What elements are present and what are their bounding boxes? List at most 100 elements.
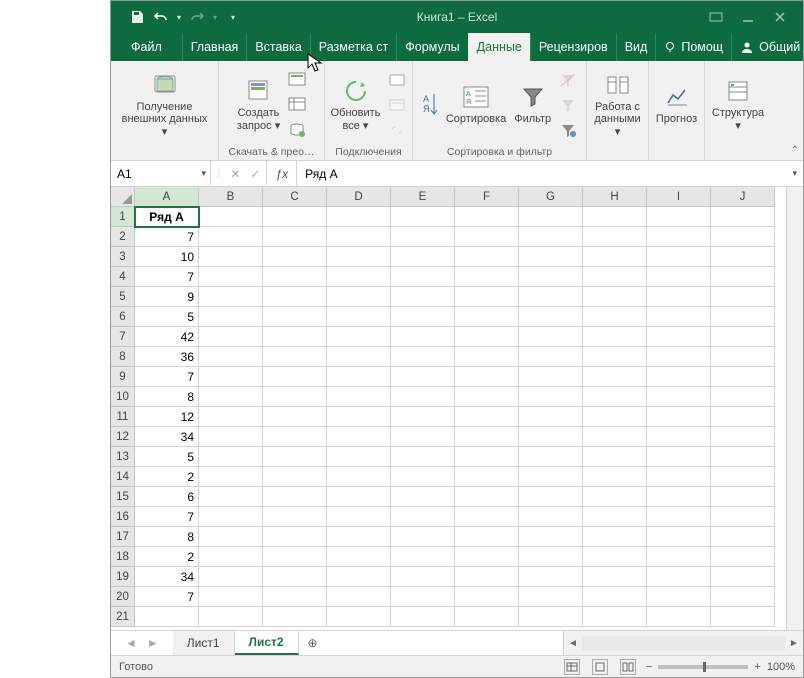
cell[interactable] <box>583 267 647 287</box>
cell[interactable] <box>391 547 455 567</box>
cell[interactable] <box>711 307 775 327</box>
cell[interactable] <box>519 227 583 247</box>
cell[interactable] <box>391 247 455 267</box>
cell[interactable] <box>455 387 519 407</box>
cell[interactable] <box>583 247 647 267</box>
fx-icon[interactable]: ƒx <box>267 161 297 186</box>
cell[interactable] <box>711 407 775 427</box>
column-header[interactable]: A <box>135 187 199 207</box>
column-header[interactable]: G <box>519 187 583 207</box>
cell[interactable] <box>263 587 327 607</box>
close-icon[interactable] <box>773 10 787 24</box>
cell[interactable] <box>391 427 455 447</box>
cell[interactable] <box>455 227 519 247</box>
cell[interactable] <box>199 607 263 627</box>
column-header[interactable]: H <box>583 187 647 207</box>
cell[interactable] <box>263 507 327 527</box>
cell[interactable] <box>263 487 327 507</box>
formula-expand-icon[interactable]: ▾ <box>792 168 797 179</box>
cell[interactable] <box>647 487 711 507</box>
cell[interactable] <box>647 307 711 327</box>
column-header[interactable]: B <box>199 187 263 207</box>
cell[interactable]: 6 <box>135 487 199 507</box>
tab-layout[interactable]: Разметка ст <box>310 33 396 61</box>
from-table-icon[interactable] <box>286 94 308 116</box>
cell[interactable] <box>263 247 327 267</box>
column-header[interactable]: C <box>263 187 327 207</box>
cell[interactable] <box>647 587 711 607</box>
tab-insert[interactable]: Вставка <box>246 33 309 61</box>
cell[interactable] <box>391 227 455 247</box>
cell[interactable]: Ряд A <box>135 207 199 227</box>
cell[interactable] <box>263 347 327 367</box>
cell[interactable] <box>263 467 327 487</box>
horizontal-scrollbar[interactable]: ◄ ► <box>563 631 803 655</box>
cell[interactable] <box>519 487 583 507</box>
cell[interactable] <box>327 207 391 227</box>
cell[interactable] <box>711 427 775 447</box>
cell[interactable] <box>391 327 455 347</box>
cell[interactable] <box>199 407 263 427</box>
cell[interactable] <box>711 247 775 267</box>
row-header[interactable]: 13 <box>111 447 135 467</box>
cell[interactable] <box>391 567 455 587</box>
redo-icon[interactable] <box>189 9 205 25</box>
cell[interactable] <box>647 447 711 467</box>
zoom-level[interactable]: 100% <box>767 661 795 673</box>
ribbon-display-icon[interactable] <box>709 10 723 24</box>
cell[interactable] <box>583 347 647 367</box>
cell[interactable] <box>519 307 583 327</box>
cell[interactable] <box>455 247 519 267</box>
cell[interactable] <box>455 447 519 467</box>
cell[interactable] <box>583 487 647 507</box>
sort-button[interactable]: АЯ Сортировка <box>444 81 508 128</box>
cell[interactable]: 34 <box>135 567 199 587</box>
sheet-tab-2[interactable]: Лист2 <box>235 631 299 655</box>
cell[interactable] <box>327 347 391 367</box>
cell[interactable] <box>647 327 711 347</box>
cell[interactable]: 42 <box>135 327 199 347</box>
cell[interactable] <box>583 367 647 387</box>
cell[interactable] <box>391 307 455 327</box>
cell[interactable] <box>263 427 327 447</box>
row-header[interactable]: 1 <box>111 207 135 227</box>
data-tools-button[interactable]: Работа с данными ▾ <box>592 69 642 141</box>
cell[interactable] <box>519 287 583 307</box>
cell[interactable] <box>327 587 391 607</box>
cell[interactable] <box>583 447 647 467</box>
cell[interactable] <box>199 427 263 447</box>
cell[interactable]: 7 <box>135 267 199 287</box>
cell[interactable] <box>647 267 711 287</box>
cell[interactable] <box>391 467 455 487</box>
row-header[interactable]: 5 <box>111 287 135 307</box>
row-header[interactable]: 16 <box>111 507 135 527</box>
cell[interactable] <box>711 507 775 527</box>
cell[interactable] <box>391 387 455 407</box>
cell[interactable] <box>327 427 391 447</box>
cell[interactable] <box>263 407 327 427</box>
cell[interactable] <box>455 487 519 507</box>
cell[interactable] <box>199 247 263 267</box>
enter-formula-icon[interactable]: ✓ <box>250 167 260 181</box>
cell[interactable] <box>327 267 391 287</box>
cell[interactable] <box>327 607 391 627</box>
cell[interactable] <box>263 327 327 347</box>
cell[interactable] <box>199 507 263 527</box>
cell[interactable] <box>583 327 647 347</box>
row-header[interactable]: 2 <box>111 227 135 247</box>
cell[interactable] <box>519 547 583 567</box>
cell[interactable] <box>327 507 391 527</box>
cell[interactable] <box>455 567 519 587</box>
cell[interactable] <box>519 467 583 487</box>
cell[interactable] <box>583 407 647 427</box>
cell[interactable] <box>711 487 775 507</box>
cell[interactable] <box>583 427 647 447</box>
row-header[interactable]: 12 <box>111 427 135 447</box>
tab-review[interactable]: Рецензиров <box>530 33 616 61</box>
cell[interactable] <box>391 507 455 527</box>
cell[interactable] <box>455 527 519 547</box>
tab-home[interactable]: Главная <box>182 33 247 61</box>
cell[interactable] <box>263 287 327 307</box>
cell[interactable] <box>519 587 583 607</box>
cell[interactable] <box>199 447 263 467</box>
